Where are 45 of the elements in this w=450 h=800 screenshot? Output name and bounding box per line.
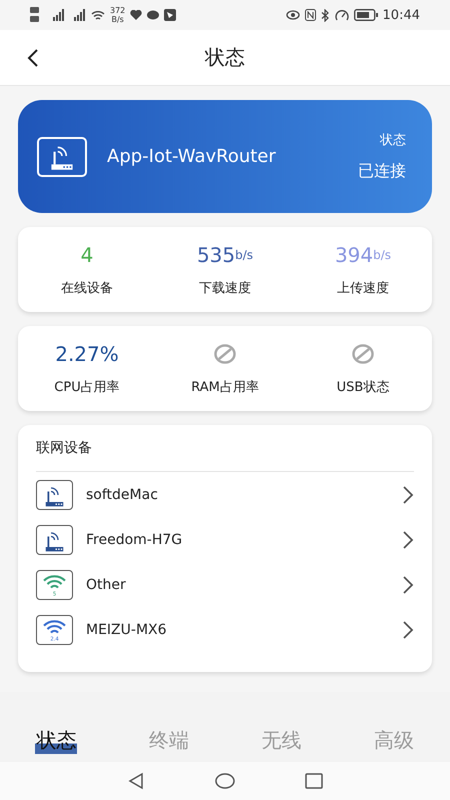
metric-label: CPU占用率 xyxy=(54,378,120,396)
back-icon[interactable] xyxy=(26,48,40,68)
stat-value: 4 xyxy=(80,242,94,266)
chevron-icon[interactable] xyxy=(402,620,414,640)
app-icon xyxy=(164,9,176,21)
router-icon xyxy=(36,524,73,554)
page-title: 状态 xyxy=(205,44,245,71)
chevron-icon[interactable] xyxy=(402,484,414,504)
device-name: Freedom-H7G xyxy=(86,532,184,548)
chevron-icon[interactable] xyxy=(402,530,414,550)
stat-label: 上传速度 xyxy=(337,280,389,296)
router-icon xyxy=(37,136,87,176)
device-name: softdeMac xyxy=(86,486,159,502)
wifi-icon xyxy=(91,10,105,20)
unavailable-icon xyxy=(214,344,236,364)
metric-label: USB状态 xyxy=(336,378,390,396)
connection-status: 已连接 xyxy=(358,161,406,182)
speedometer-icon xyxy=(334,9,349,21)
metric-label: RAM占用率 xyxy=(191,378,259,396)
cpu-usage: 2.27% xyxy=(55,342,119,366)
recents-icon[interactable] xyxy=(305,773,323,789)
tab[interactable]: 终端 xyxy=(112,727,225,754)
chat-icon xyxy=(147,10,160,20)
speed-unit: B/s xyxy=(111,15,124,24)
back-icon[interactable] xyxy=(127,772,145,790)
battery-icon xyxy=(354,9,378,21)
bluetooth-icon xyxy=(320,8,330,22)
tab[interactable]: 无线 xyxy=(225,727,338,754)
tab[interactable]: 高级 xyxy=(338,727,450,754)
eye-icon xyxy=(286,10,300,20)
stat-label: 在线设备 xyxy=(61,280,113,296)
stat-label: 下载速度 xyxy=(199,280,251,296)
unavailable-icon xyxy=(352,344,374,364)
heart-icon xyxy=(130,10,142,20)
clock-time: 10:44 xyxy=(382,8,420,22)
router-icon xyxy=(36,480,73,510)
home-icon[interactable] xyxy=(215,773,235,789)
device-name: MEIZU-MX6 xyxy=(86,622,168,638)
chevron-icon[interactable] xyxy=(402,574,414,594)
device-name: Other xyxy=(86,576,127,592)
section-title: 联网设备 xyxy=(36,439,414,472)
router-name: App-Iot-WavRouter xyxy=(107,146,277,167)
status-label: 状态 xyxy=(380,132,406,149)
nfc-icon xyxy=(304,9,316,21)
network-speed: 372 xyxy=(110,6,126,15)
